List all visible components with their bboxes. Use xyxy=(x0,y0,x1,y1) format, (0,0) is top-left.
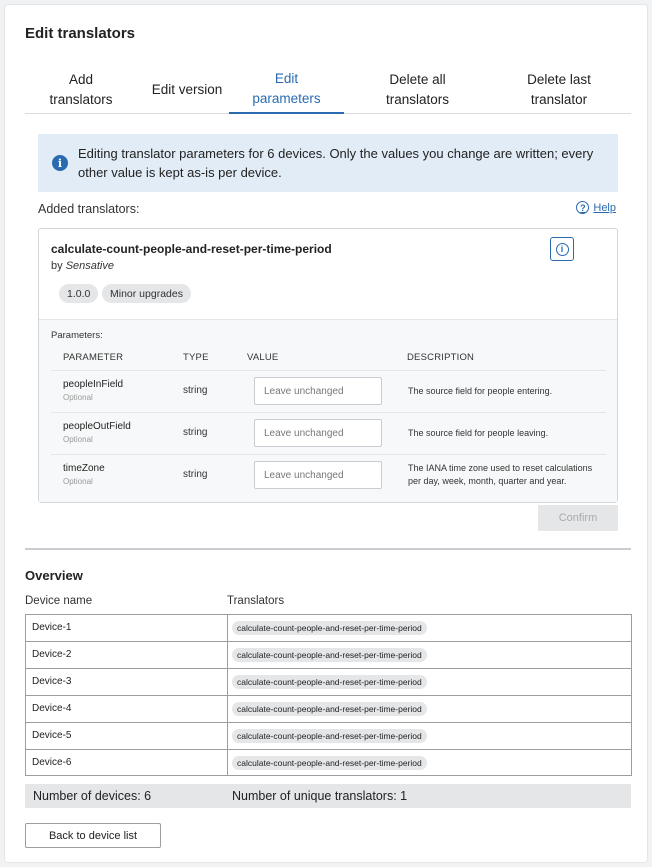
column-header-device: Device name xyxy=(25,595,93,607)
back-to-device-list-button[interactable]: Back to device list xyxy=(25,823,161,848)
param-optional: Optional xyxy=(63,393,93,402)
param-value-input[interactable] xyxy=(254,377,382,405)
translator-card: calculate-count-people-and-reset-per-tim… xyxy=(38,228,618,503)
param-optional: Optional xyxy=(63,435,93,444)
device-name: Device-2 xyxy=(32,649,72,660)
column-header-translators: Translators xyxy=(227,595,285,607)
param-description: The source field for people entering. xyxy=(408,386,553,396)
info-text: Editing translator parameters for 6 devi… xyxy=(78,146,594,180)
translator-author: by Sensative xyxy=(51,260,114,272)
translator-pill: calculate-count-people-and-reset-per-tim… xyxy=(232,648,427,662)
help-label: Help xyxy=(593,201,616,214)
param-name: timeZone xyxy=(63,463,105,474)
param-value-input[interactable] xyxy=(254,461,382,489)
overview-table: Device-1 calculate-count-people-and-rese… xyxy=(25,614,632,776)
info-icon: i xyxy=(555,242,569,256)
translator-pill: calculate-count-people-and-reset-per-tim… xyxy=(232,621,427,635)
added-translators-label: Added translators: xyxy=(38,202,140,216)
param-value-input[interactable] xyxy=(254,419,382,447)
tab-delete-last-translator[interactable]: Delete last translator xyxy=(491,65,627,114)
param-name: peopleInField xyxy=(63,379,124,390)
translator-pill: calculate-count-people-and-reset-per-tim… xyxy=(232,756,427,770)
param-description: The IANA time zone used to reset calcula… xyxy=(408,463,593,486)
author-name: Sensative xyxy=(65,260,114,272)
divider xyxy=(25,548,631,550)
overview-title: Overview xyxy=(25,568,83,583)
param-row: peopleInField Optional string The source… xyxy=(51,370,606,412)
tab-bar: Add translators Edit version Edit parame… xyxy=(25,65,631,114)
table-row: Device-2 calculate-count-people-and-rese… xyxy=(26,642,631,669)
info-banner: i Editing translator parameters for 6 de… xyxy=(38,134,618,192)
tab-add-translators[interactable]: Add translators xyxy=(29,65,133,114)
parameters-section: Parameters: PARAMETER TYPE VALUE DESCRIP… xyxy=(39,319,617,502)
table-row: Device-6 calculate-count-people-and-rese… xyxy=(26,750,631,777)
param-description: The source field for people leaving. xyxy=(408,428,549,438)
table-row: Device-5 calculate-count-people-and-rese… xyxy=(26,723,631,750)
device-name: Device-5 xyxy=(32,730,72,741)
by-prefix: by xyxy=(51,260,63,272)
translator-name: calculate-count-people-and-reset-per-tim… xyxy=(51,242,332,256)
translator-pill: calculate-count-people-and-reset-per-tim… xyxy=(232,729,427,743)
info-icon: i xyxy=(52,155,68,171)
translator-pill: calculate-count-people-and-reset-per-tim… xyxy=(232,675,427,689)
translator-pill: calculate-count-people-and-reset-per-tim… xyxy=(232,702,427,716)
param-name: peopleOutField xyxy=(63,421,131,432)
summary-bar: Number of devices: 6 Number of unique tr… xyxy=(25,784,631,808)
tab-delete-all-translators[interactable]: Delete all translators xyxy=(350,65,485,114)
confirm-button[interactable]: Confirm xyxy=(538,505,618,531)
unique-translator-count: Number of unique translators: 1 xyxy=(232,789,408,803)
header-value: VALUE xyxy=(247,352,279,363)
header-type: TYPE xyxy=(183,352,209,363)
param-optional: Optional xyxy=(63,477,93,486)
tab-edit-parameters[interactable]: Edit parameters xyxy=(229,65,344,114)
device-name: Device-3 xyxy=(32,676,72,687)
param-type: string xyxy=(183,427,208,438)
help-link[interactable]: ? Help xyxy=(576,201,616,214)
tab-edit-version[interactable]: Edit version xyxy=(137,65,237,114)
device-name: Device-1 xyxy=(32,622,72,633)
translator-info-button[interactable]: i xyxy=(550,237,574,261)
header-parameter: PARAMETER xyxy=(63,352,124,363)
upgrade-badge: Minor upgrades xyxy=(102,284,191,303)
edit-translators-panel: Edit translators Add translators Edit ve… xyxy=(4,4,648,863)
param-row: peopleOutField Optional string The sourc… xyxy=(51,412,606,454)
header-description: DESCRIPTION xyxy=(407,352,475,363)
table-row: Device-3 calculate-count-people-and-rese… xyxy=(26,669,631,696)
table-row: Device-4 calculate-count-people-and-rese… xyxy=(26,696,631,723)
device-name: Device-4 xyxy=(32,703,72,714)
version-badge: 1.0.0 xyxy=(59,284,99,303)
table-row: Device-1 calculate-count-people-and-rese… xyxy=(26,615,631,642)
page-title: Edit translators xyxy=(25,25,136,42)
question-icon: ? xyxy=(576,201,590,214)
param-type: string xyxy=(183,469,208,480)
device-count: Number of devices: 6 xyxy=(33,789,152,803)
device-name: Device-6 xyxy=(32,757,72,768)
param-type: string xyxy=(183,385,208,396)
param-row: timeZone Optional string The IANA time z… xyxy=(51,454,606,496)
parameters-label: Parameters: xyxy=(51,330,103,341)
